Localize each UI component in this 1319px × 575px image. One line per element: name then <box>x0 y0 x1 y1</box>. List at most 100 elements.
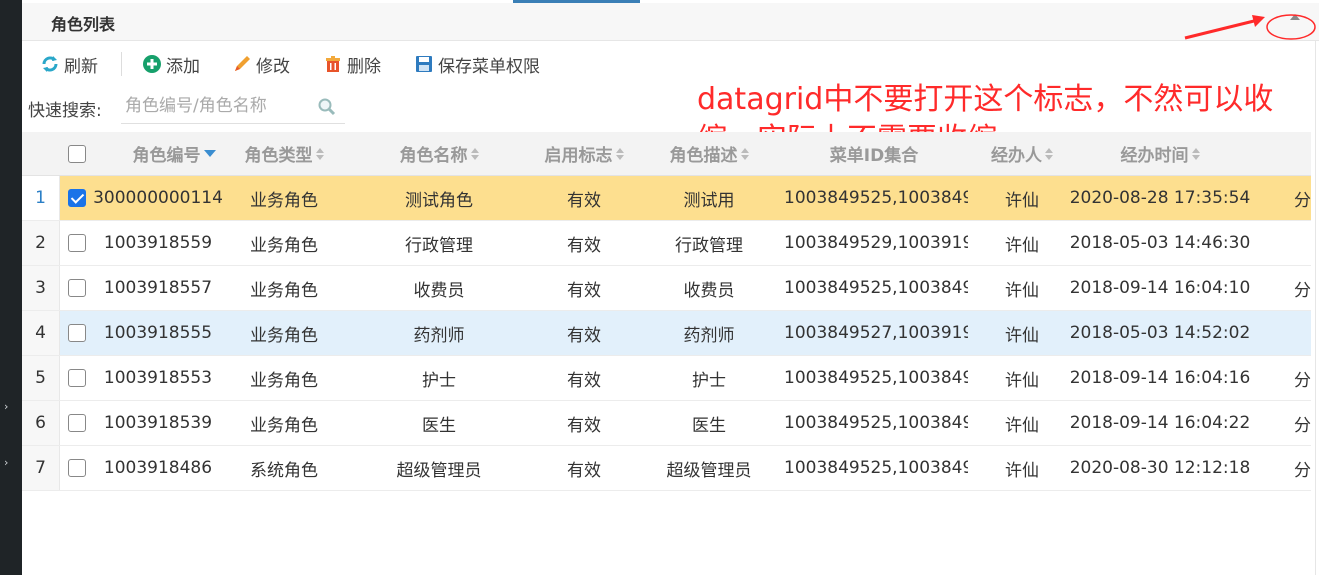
cell-operate-time: 2018-05-03 14:46:30 <box>1070 233 1250 253</box>
cell-enabled-flag: 有效 <box>567 190 601 211</box>
cell-overflow: 分 <box>1294 460 1311 481</box>
trash-icon <box>323 54 343 74</box>
cell-role-type: 业务角色 <box>250 280 318 301</box>
search-icon[interactable] <box>317 97 337 121</box>
cell-operate-time: 2020-08-28 17:35:54 <box>1070 188 1250 208</box>
table-row[interactable]: 4 1003918555 业务角色 药剂师 有效 药剂师 1003849527,100391… <box>22 311 1311 356</box>
cell-role-desc: 护士 <box>692 370 726 391</box>
table-row[interactable]: 2 1003918559 业务角色 行政管理 有效 行政管理 1003849529,1003… <box>22 221 1311 266</box>
column-header-user[interactable]: 经办人 <box>974 132 1070 175</box>
left-nav-edge: › › <box>0 0 22 575</box>
delete-button[interactable]: 删除 <box>323 52 381 77</box>
row-checkbox[interactable] <box>68 189 86 207</box>
cell-operator: 许仙 <box>1005 190 1039 211</box>
cell-role-type: 系统角色 <box>250 460 318 481</box>
app-window: { "panel": { "title": "角色列表" }, "toolbar… <box>0 0 1319 575</box>
cell-menu-ids: 1003849525,100384953 <box>784 413 968 433</box>
table-row[interactable]: 6 1003918539 业务角色 医生 有效 医生 1003849525,10038495… <box>22 401 1311 446</box>
cell-menu-ids: 1003849525,100384953 <box>784 278 968 298</box>
row-select-cell <box>60 266 94 310</box>
add-icon <box>142 54 162 74</box>
table-row[interactable]: 3 1003918557 业务角色 收费员 有效 收费员 1003849525,100384… <box>22 266 1311 311</box>
row-checkbox[interactable] <box>68 234 86 252</box>
datagrid: 角色编号 角色类型 角色名称 启用标志 角色描述 菜单ID集合 经办人 经办时间… <box>22 132 1311 491</box>
toolbar-separator <box>121 52 122 76</box>
add-button[interactable]: 添加 <box>142 52 200 77</box>
column-header-time[interactable]: 经办时间 <box>1070 132 1250 175</box>
cell-enabled-flag: 有效 <box>567 280 601 301</box>
table-row[interactable]: 7 1003918486 系统角色 超级管理员 有效 超级管理员 1003849525,10… <box>22 446 1311 491</box>
cell-operate-time: 2018-09-14 16:04:22 <box>1070 413 1250 433</box>
row-number: 7 <box>22 446 60 490</box>
cell-role-type: 业务角色 <box>250 370 318 391</box>
cell-role-id: 1003918555 <box>103 323 213 343</box>
column-label-type: 角色类型 <box>244 146 313 166</box>
column-label-id: 角色编号 <box>132 146 201 166</box>
pencil-icon <box>232 54 252 74</box>
cell-role-name: 医生 <box>422 415 456 436</box>
cell-role-desc: 收费员 <box>683 280 735 301</box>
row-checkbox[interactable] <box>68 369 86 387</box>
cell-overflow: 分 <box>1294 190 1311 211</box>
row-checkbox[interactable] <box>68 279 86 297</box>
edit-button[interactable]: 修改 <box>232 52 290 77</box>
cell-role-type: 业务角色 <box>250 190 318 211</box>
column-label-desc: 角色描述 <box>669 146 738 166</box>
search-box <box>121 90 345 124</box>
cell-operate-time: 2018-09-14 16:04:10 <box>1070 278 1250 298</box>
cell-role-name: 超级管理员 <box>396 460 482 481</box>
sort-icon <box>1191 147 1200 160</box>
sort-icon <box>470 147 479 160</box>
row-select-cell <box>60 446 94 490</box>
cell-role-name: 行政管理 <box>405 235 473 256</box>
cell-enabled-flag: 有效 <box>567 460 601 481</box>
cell-overflow: 分 <box>1294 370 1311 391</box>
column-header-flag[interactable]: 启用标志 <box>524 132 644 175</box>
panel-header: 角色列表 <box>22 3 1319 41</box>
save-permissions-button[interactable]: 保存菜单权限 <box>414 52 540 77</box>
table-row[interactable]: 5 1003918553 业务角色 护士 有效 护士 1003849525,10038495… <box>22 356 1311 401</box>
row-number: 3 <box>22 266 60 310</box>
column-label-time: 经办时间 <box>1120 146 1189 166</box>
table-row[interactable]: 1 300000000114 业务角色 测试角色 有效 测试用 1003849525,100… <box>22 176 1311 221</box>
cell-role-desc: 行政管理 <box>675 235 743 256</box>
delete-label: 删除 <box>347 56 381 77</box>
row-select-cell <box>60 221 94 265</box>
refresh-button[interactable]: 刷新 <box>40 52 98 77</box>
row-checkbox[interactable] <box>68 414 86 432</box>
cell-role-name: 护士 <box>422 370 456 391</box>
sort-icon <box>740 147 749 160</box>
sort-desc-icon <box>203 150 216 157</box>
row-checkbox[interactable] <box>68 324 86 342</box>
cell-role-id: 300000000114 <box>94 188 222 208</box>
search-input[interactable] <box>125 94 315 118</box>
cell-role-desc: 药剂师 <box>683 325 735 346</box>
search-label: 快速搜索: <box>28 101 102 121</box>
cell-operator: 许仙 <box>1005 460 1039 481</box>
sort-icon <box>615 147 624 160</box>
row-number: 5 <box>22 356 60 400</box>
cell-overflow: 分 <box>1294 280 1311 301</box>
row-number: 1 <box>22 176 60 220</box>
cell-menu-ids: 1003849525,100384953 <box>784 368 968 388</box>
cell-operator: 许仙 <box>1005 280 1039 301</box>
column-header-name[interactable]: 角色名称 <box>364 132 514 175</box>
row-checkbox[interactable] <box>68 459 86 477</box>
select-all-cell <box>60 132 94 175</box>
chevron-icon[interactable]: › <box>4 400 8 413</box>
save-icon <box>414 54 434 74</box>
column-header-desc[interactable]: 角色描述 <box>644 132 774 175</box>
refresh-icon <box>40 54 60 74</box>
select-all-checkbox[interactable] <box>68 144 86 163</box>
chevron-icon[interactable]: › <box>4 456 8 469</box>
column-header-menus[interactable]: 菜单ID集合 <box>774 132 974 175</box>
cell-role-id: 1003918539 <box>103 413 213 433</box>
column-label-name: 角色名称 <box>399 146 468 166</box>
grid-body: 1 300000000114 业务角色 测试角色 有效 测试用 1003849525,100… <box>22 176 1311 491</box>
save-permissions-label: 保存菜单权限 <box>438 56 540 77</box>
cell-menu-ids: 1003849529,100391972 <box>784 233 968 253</box>
column-header-type[interactable]: 角色类型 <box>224 132 344 175</box>
panel-title: 角色列表 <box>51 15 116 34</box>
add-label: 添加 <box>166 56 200 77</box>
row-select-cell <box>60 401 94 445</box>
